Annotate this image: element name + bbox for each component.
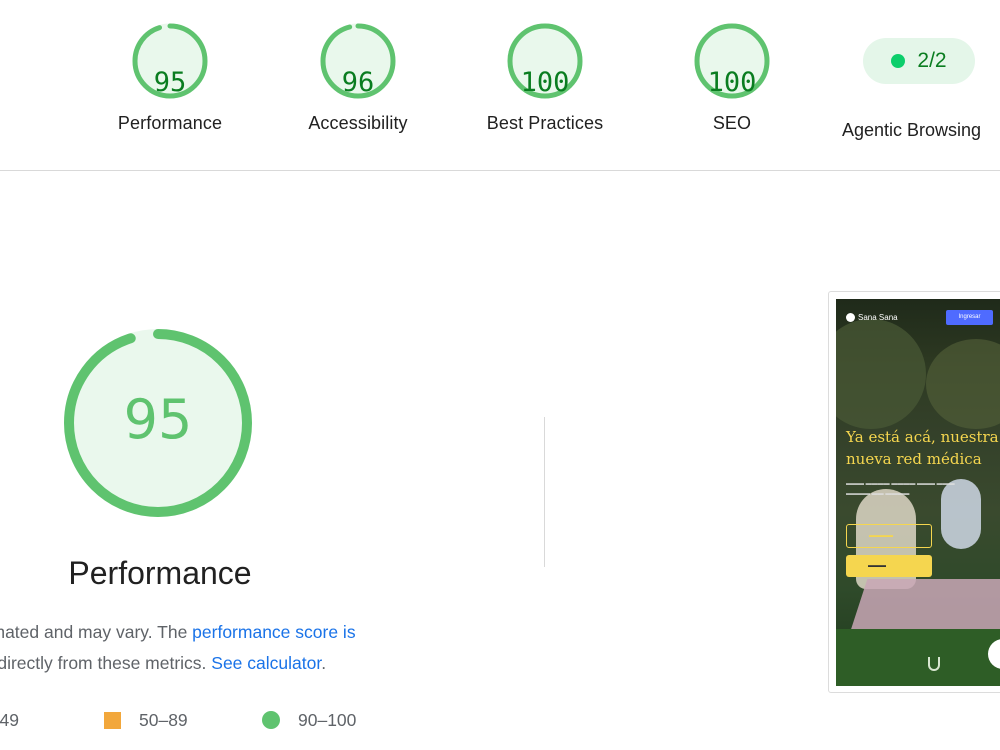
- site-outline-button: ▬▬▬▬: [846, 524, 932, 548]
- description-text: directly from these metrics.: [0, 653, 212, 673]
- gauge-seo[interactable]: 100 SEO: [652, 22, 812, 134]
- grass-shape: [836, 629, 1000, 686]
- performance-score: 95: [123, 388, 193, 451]
- legend-pass: 90–100: [262, 708, 356, 732]
- description-line: stimated and may vary. The performance s…: [0, 617, 443, 648]
- performance-score-link[interactable]: performance score is: [192, 622, 355, 642]
- site-subtext-blur: ▬▬▬ ▬▬▬▬ ▬▬▬▬ ▬▬▬ ▬▬▬ ▬▬▬▬ ▬▬ ▬▬▬▬: [846, 481, 955, 497]
- performance-title: Performance: [68, 555, 252, 591]
- final-screenshot[interactable]: Sana Sana Ingresar Ya está acá, nuestra …: [828, 291, 1000, 693]
- site-headline: Ya está acá, nuestra nueva red médica: [846, 426, 1000, 470]
- gauge-best-practices[interactable]: 100 Best Practices: [465, 22, 625, 134]
- description-line: ed directly from these metrics. See calc…: [0, 648, 443, 679]
- see-calculator-link[interactable]: See calculator: [211, 653, 321, 673]
- average-square-icon: [104, 711, 121, 729]
- agentic-ratio: 2/2: [917, 49, 947, 72]
- pass-range: 90–100: [298, 709, 357, 730]
- screenshot-image: Sana Sana Ingresar Ya está acá, nuestra …: [836, 299, 1000, 686]
- headline-line: nueva red médica: [846, 450, 982, 468]
- performance-gauge-large: 95: [60, 325, 256, 521]
- description-text: .: [321, 653, 327, 673]
- scroll-hint-icon: [928, 657, 940, 671]
- performance-description: stimated and may vary. The performance s…: [0, 617, 443, 679]
- average-range: 50–89: [139, 709, 188, 730]
- gauge-label: Agentic Browsing: [842, 120, 982, 140]
- gauge-score: 95: [153, 67, 187, 98]
- gauge-performance[interactable]: 95 Performance: [90, 22, 250, 134]
- headline-line: Ya está acá, nuestra: [846, 428, 999, 446]
- site-brand: Sana Sana: [858, 313, 898, 322]
- gauge-score: 96: [341, 67, 375, 98]
- vertical-divider: [544, 417, 545, 567]
- tree-shape: [836, 319, 926, 429]
- paw-icon: [846, 313, 855, 322]
- pass-circle-icon: [262, 711, 280, 729]
- gauge-score: 100: [707, 67, 757, 98]
- tree-shape: [926, 339, 1000, 429]
- description-text: stimated and may vary. The: [0, 622, 188, 642]
- gauge-accessibility[interactable]: 96 Accessibility: [278, 22, 438, 134]
- category-scores-bar: 95 Performance 96 Accessibility 100 Best…: [0, 0, 1000, 171]
- site-fill-button: ▬▬▬: [846, 555, 932, 577]
- gauge-score: 100: [520, 67, 570, 98]
- legend-average: 50–89: [104, 708, 188, 732]
- site-logo: Sana Sana: [846, 313, 898, 322]
- legend-fail: 0–49: [0, 708, 19, 732]
- fail-range: 0–49: [0, 709, 19, 730]
- site-login-button: Ingresar: [946, 310, 993, 325]
- pass-dot-icon: [891, 54, 906, 68]
- agentic-pass-pill[interactable]: 2/2: [863, 38, 975, 84]
